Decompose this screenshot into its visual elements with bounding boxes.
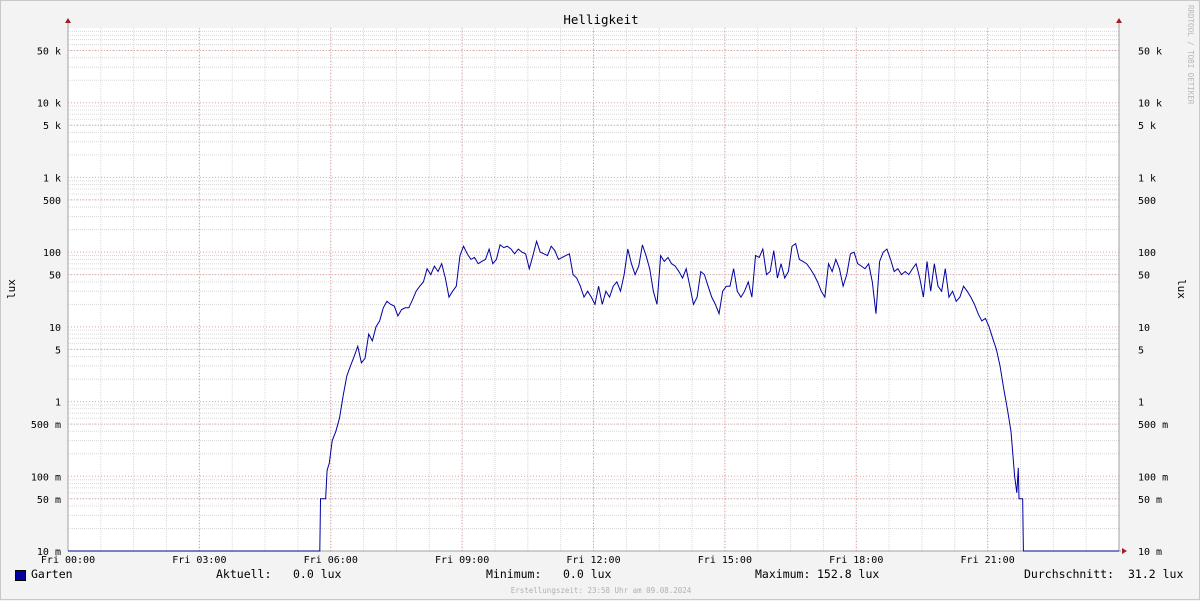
legend-max-label: Maximum:	[755, 567, 811, 581]
footer-timestamp: Erstellungszeit: 23:58 Uhr am 09.08.2024	[510, 586, 692, 595]
x-tick-label: Fri 00:00	[41, 555, 95, 566]
y-tick-label-right: 500 m	[1138, 420, 1168, 431]
x-tick-labels: Fri 00:00 Fri 03:00 Fri 06:00 Fri 09:00 Fri …	[41, 555, 1015, 566]
legend-min-value: 0.0 lux	[563, 567, 612, 581]
y-tick-label-right: 50 m	[1138, 495, 1162, 506]
y-tick-label-left: 10 k	[37, 99, 61, 110]
y-tick-label-left: 50	[49, 271, 61, 282]
y-tick-label-right: 50	[1138, 271, 1150, 282]
x-tick-label: Fri 18:00	[829, 555, 883, 566]
legend-series-name: Garten	[31, 567, 73, 581]
y-tick-label-right: 5	[1138, 345, 1144, 356]
y-axis-arrow-left	[65, 18, 71, 23]
y-tick-label-right: 1	[1138, 398, 1144, 409]
chart: 10 m 50 m 100 m 500 m 1 5 10 50 100 500 1 k 5 k 10 k…	[5, 12, 1188, 566]
x-tick-label: Fri 21:00	[961, 555, 1015, 566]
y-tick-label-left: 100	[43, 248, 61, 259]
x-tick-label: Fri 12:00	[566, 555, 620, 566]
legend-current-value: 0.0 lux	[293, 567, 342, 581]
y-tick-label-left: 500 m	[31, 420, 61, 431]
legend-swatch-garten	[15, 570, 26, 581]
x-tick-label: Fri 15:00	[698, 555, 752, 566]
chart-title: Helligkeit	[563, 12, 638, 27]
y-tick-label-left: 10	[49, 323, 61, 334]
y-tick-label-right: 100	[1138, 248, 1156, 259]
y-tick-label-right: 1 k	[1138, 173, 1156, 184]
y-tick-label-left: 1	[55, 398, 61, 409]
x-tick-label: Fri 06:00	[304, 555, 358, 566]
y-tick-labels-right: 10 m 50 m 100 m 500 m 1 5 10 50 100 500 1 k 5 k 10 k…	[1138, 46, 1168, 558]
legend-avg-value: 31.2 lux	[1128, 567, 1184, 581]
y-tick-label-left: 500	[43, 196, 61, 207]
legend-current-label: Aktuell:	[216, 567, 272, 581]
y-tick-label-left: 50 m	[37, 495, 61, 506]
graph-frame: 10 m 50 m 100 m 500 m 1 5 10 50 100 500 1 k 5 k 10 k…	[0, 0, 1200, 600]
y-tick-label-left: 50 k	[37, 46, 61, 57]
x-tick-label: Fri 09:00	[435, 555, 489, 566]
y-tick-labels-left: 10 m50 m100 m500 m1510501005001 k5 k10 k…	[31, 46, 61, 558]
watermark: RRDTOOL / TOBI OETIKER	[1186, 5, 1195, 105]
y-axis-label-right: lux	[1175, 279, 1188, 299]
y-axis-arrow-right	[1116, 18, 1122, 23]
y-tick-label-right: 5 k	[1138, 121, 1156, 132]
y-tick-label-right: 100 m	[1138, 472, 1168, 483]
legend-min-label: Minimum:	[486, 567, 542, 581]
y-tick-label-right: 500	[1138, 196, 1156, 207]
y-tick-label-left: 5 k	[43, 121, 61, 132]
legend: Garten Aktuell: 0.0 lux Minimum: 0.0 lux…	[1, 567, 1200, 587]
y-tick-label-right: 50 k	[1138, 46, 1162, 57]
legend-max-value: 152.8 lux	[817, 567, 880, 581]
y-axis-label-left: lux	[5, 279, 18, 299]
x-axis-arrow	[1122, 548, 1127, 554]
y-tick-label-right: 10 k	[1138, 99, 1162, 110]
y-tick-label-right: 10	[1138, 323, 1150, 334]
y-tick-label-left: 100 m	[31, 472, 61, 483]
y-tick-label-right: 10 m	[1138, 547, 1162, 558]
y-tick-label-left: 5	[55, 345, 61, 356]
y-tick-label-left: 1 k	[43, 173, 61, 184]
legend-avg-label: Durchschnitt:	[1024, 567, 1115, 581]
x-tick-label: Fri 03:00	[172, 555, 226, 566]
